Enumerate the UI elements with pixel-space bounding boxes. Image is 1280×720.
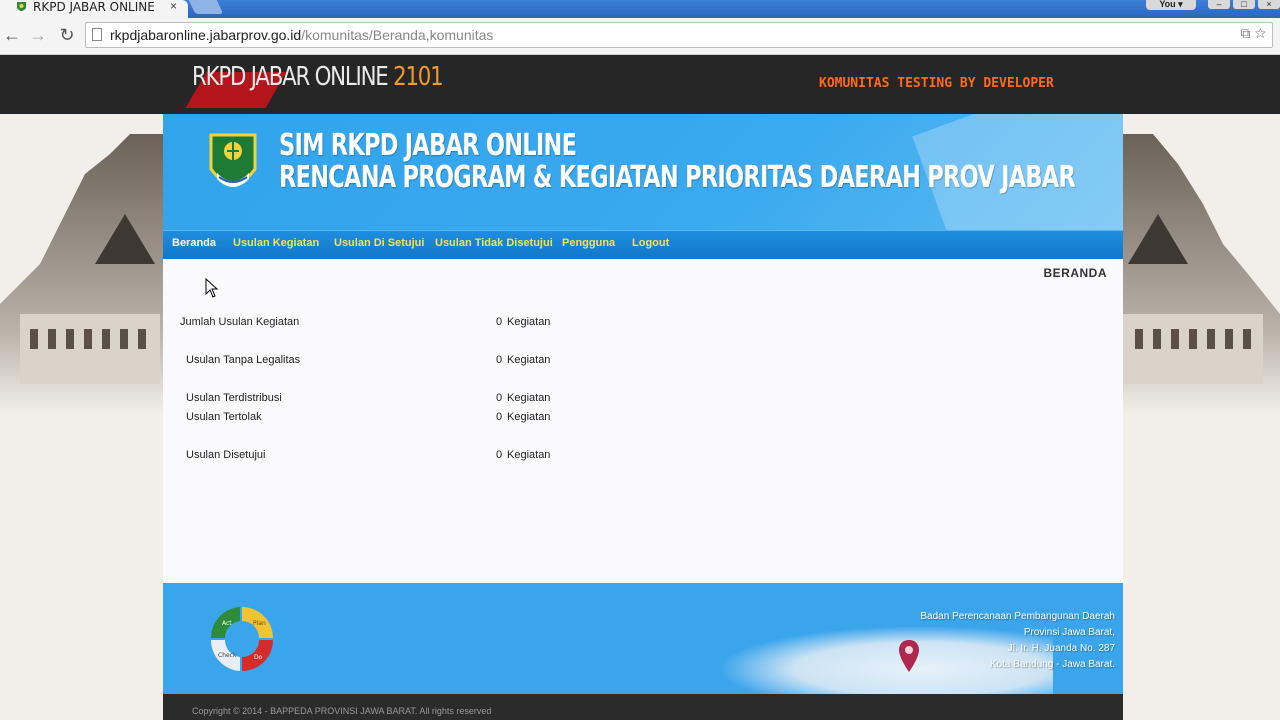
jabar-emblem-icon — [209, 133, 257, 187]
pdca-cycle-icon: Act Plan Check Do — [210, 607, 273, 671]
menu-item-usulan-kegiatan[interactable]: Usulan Kegiatan — [233, 237, 319, 249]
site-footer: Act Plan Check Do Badan Perencanaan Pemb… — [163, 583, 1123, 694]
page-title: BERANDA — [1043, 266, 1107, 280]
profile-label: You — [1159, 0, 1176, 9]
gedung-sate-left-image — [0, 134, 163, 414]
mouse-cursor-icon — [205, 278, 218, 298]
minimize-icon[interactable]: – — [1208, 0, 1230, 9]
stat-unit: Kegiatan — [507, 449, 551, 461]
map-pin-icon — [899, 640, 919, 672]
url-text: rkpdjabaronline.jabarprov.go.id/komunita… — [110, 27, 494, 43]
developer-notice: KOMUNITAS TESTING BY DEVELOPER — [819, 76, 1054, 91]
svg-text:Act: Act — [222, 620, 232, 627]
stat-count: 0 — [496, 411, 503, 423]
back-arrow-icon[interactable]: ← — [1, 24, 23, 46]
stat-count: 0 — [496, 449, 503, 461]
address-line: Badan Perencanaan Pembangunan Daerah — [920, 611, 1115, 622]
menu-item-usulan-disetujui[interactable]: Usulan Di Setujui — [334, 237, 424, 249]
main-menu: Beranda Usulan Kegiatan Usulan Di Setuju… — [163, 230, 1123, 259]
site-header: SIM RKPD JABAR ONLINE RENCANA PROGRAM & … — [163, 114, 1123, 230]
stat-count: 0 — [496, 316, 503, 328]
address-line: Jl. Ir. H. Juanda No. 287 — [1007, 643, 1115, 654]
brand-logo-text: RKPD JABAR ONLINE 2101 — [192, 62, 444, 92]
address-bar[interactable]: rkpdjabaronline.jabarprov.go.id/komunita… — [85, 22, 1273, 48]
header-title: SIM RKPD JABAR ONLINE — [279, 128, 577, 163]
stat-label: Usulan Tanpa Legalitas — [186, 354, 301, 366]
stat-count: 0 — [496, 392, 503, 404]
copyright-text: Copyright © 2014 - BAPPEDA PROVINSI JAWA… — [192, 706, 492, 716]
copyright-bar: Copyright © 2014 - BAPPEDA PROVINSI JAWA… — [163, 694, 1123, 720]
address-line: Provinsi Jawa Barat, — [1023, 627, 1115, 638]
forward-arrow-icon[interactable]: → — [27, 24, 49, 46]
browser-tab[interactable]: RKPD JABAR ONLINE × — [0, 0, 188, 18]
omnibox-icons: ⧉ ☆ — [1241, 25, 1266, 42]
stat-label: Jumlah Usulan Kegiatan — [180, 316, 300, 328]
reload-icon[interactable]: ↻ — [56, 24, 78, 46]
site-favicon-icon — [17, 2, 26, 11]
browser-toolbar: ← → ↻ rkpdjabaronline.jabarprov.go.id/ko… — [0, 18, 1280, 55]
svg-text:Do: Do — [254, 654, 263, 661]
menu-item-logout[interactable]: Logout — [632, 237, 669, 249]
tab-close-icon[interactable]: × — [170, 0, 177, 13]
star-icon[interactable]: ☆ — [1255, 25, 1266, 41]
stat-label: Usulan Terdistribusi — [186, 392, 282, 404]
stat-unit: Kegiatan — [507, 316, 551, 328]
profile-button[interactable]: You ▾ — [1146, 0, 1196, 10]
address-line: Kota Bandung - Jawa Barat. — [989, 659, 1115, 670]
menu-item-usulan-tidak-disetujui[interactable]: Usulan Tidak Disetujui — [435, 237, 553, 249]
main-container: SIM RKPD JABAR ONLINE RENCANA PROGRAM & … — [163, 114, 1123, 720]
menu-item-beranda[interactable]: Beranda — [172, 237, 216, 249]
header-subtitle: RENCANA PROGRAM & KEGIATAN PRIORITAS DAE… — [279, 160, 1076, 195]
page-icon — [92, 28, 102, 41]
stat-unit: Kegiatan — [507, 411, 551, 423]
footer-address: Badan Perencanaan Pembangunan Daerah Pro… — [920, 609, 1115, 673]
translate-icon[interactable]: ⧉ — [1241, 25, 1251, 41]
stat-label: Usulan Disetujui — [186, 449, 266, 461]
stat-label: Usulan Tertolak — [186, 411, 262, 423]
gedung-sate-right-image — [1123, 134, 1280, 414]
close-window-icon[interactable]: × — [1258, 0, 1280, 9]
svg-text:Check: Check — [218, 652, 237, 659]
maximize-icon[interactable]: □ — [1233, 0, 1255, 9]
svg-text:Plan: Plan — [253, 620, 266, 627]
stat-unit: Kegiatan — [507, 354, 551, 366]
menu-item-pengguna[interactable]: Pengguna — [562, 237, 615, 249]
new-tab-button[interactable] — [188, 0, 224, 14]
stat-count: 0 — [496, 354, 503, 366]
tab-title: RKPD JABAR ONLINE — [33, 0, 155, 14]
stat-unit: Kegiatan — [507, 392, 551, 404]
